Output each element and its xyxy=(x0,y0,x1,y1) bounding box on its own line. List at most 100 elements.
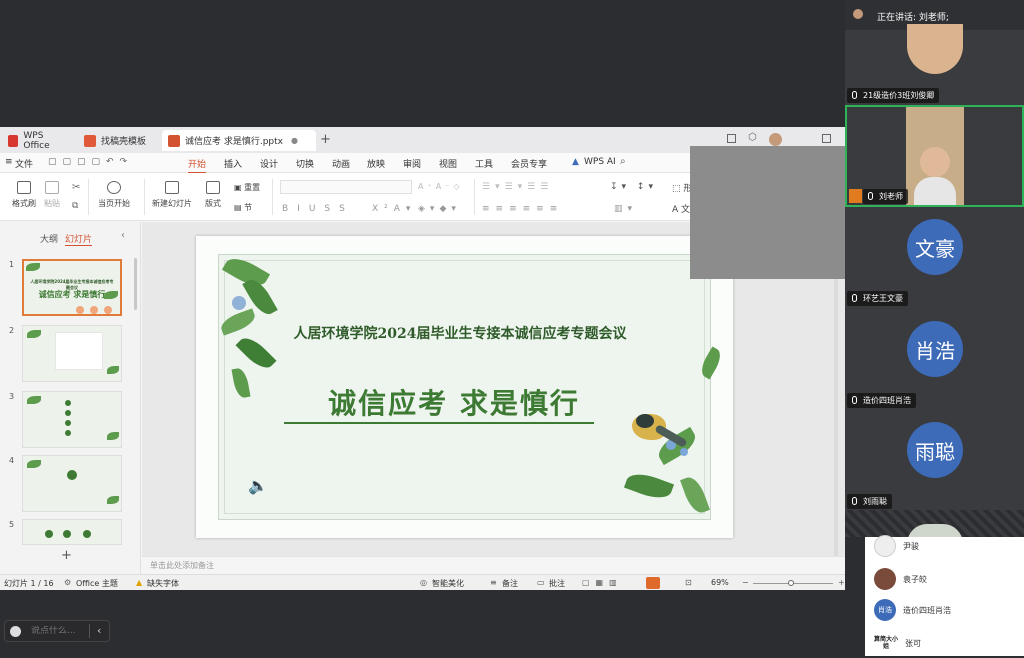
menu-home[interactable]: 开始 xyxy=(188,157,207,174)
font-effect-buttons[interactable]: X²A▾ xyxy=(372,204,416,214)
fit-icon[interactable]: ⊡ xyxy=(685,578,692,587)
font-size-controls[interactable]: A⁺A⁻◇ xyxy=(418,182,464,191)
slide-subtitle[interactable]: 人居环境学院2024届毕业生专接本诚信应考专题会议 xyxy=(230,323,690,343)
align-buttons[interactable]: ≡≡≡≡≡≡ xyxy=(482,204,563,214)
participant-tile[interactable]: 文豪 环艺王文豪 xyxy=(845,207,1024,307)
host-icon xyxy=(849,189,862,203)
menu-wps-ai[interactable]: WPS AI xyxy=(584,157,616,167)
beautify-icon: ◎ xyxy=(420,578,427,587)
mic-icon xyxy=(852,396,857,404)
warning-icon: ▲ xyxy=(136,578,143,587)
textbox-button[interactable]: A 文 xyxy=(672,202,690,215)
font-style-buttons[interactable]: BIUSS xyxy=(282,204,354,214)
comments-button[interactable]: 批注 xyxy=(549,578,565,589)
sort-buttons[interactable]: ↧▾ ↕▾ xyxy=(610,182,657,192)
tab-wps-office[interactable]: WPS Office xyxy=(2,130,72,151)
smart-beautify-button[interactable]: 智能美化 xyxy=(432,578,464,589)
theme-label[interactable]: Office 主题 xyxy=(76,578,118,589)
layout-button[interactable]: 版式 xyxy=(205,181,221,209)
thumbnail-slide-4[interactable] xyxy=(22,455,122,512)
avatar[interactable] xyxy=(769,133,782,146)
menu-design[interactable]: 设计 xyxy=(260,157,278,170)
cut-icon[interactable]: ✂ xyxy=(72,182,80,193)
title-underline xyxy=(284,422,594,424)
list-item[interactable]: 肖浩 造价四班肖浩 xyxy=(865,595,1024,625)
list-item[interactable]: 袁子皎 xyxy=(865,564,1024,594)
list-buttons[interactable]: ☰▾☰▾☰☰ xyxy=(482,182,553,192)
scrollbar[interactable] xyxy=(134,258,137,310)
menu-insert[interactable]: 插入 xyxy=(224,157,242,170)
menu-file[interactable]: 文件 xyxy=(15,157,33,170)
template-icon xyxy=(84,134,96,147)
format-painter-button[interactable]: 格式刷 xyxy=(12,181,36,209)
tab-slides[interactable]: 幻灯片 xyxy=(65,232,93,246)
copy-icon[interactable]: ⧉ xyxy=(72,201,78,211)
participant-tile[interactable]: 雨聪 刘雨聪 xyxy=(845,408,1024,509)
participant-tile[interactable]: 21级造价3班刘俊卿 xyxy=(845,24,1024,105)
thumbnail-slide-2[interactable] xyxy=(22,325,122,382)
avatar: 肖浩 xyxy=(874,599,896,621)
view-buttons[interactable]: ▢▦▥ xyxy=(582,578,623,587)
paste-button[interactable]: 粘贴 xyxy=(44,181,60,209)
tab-document[interactable]: 诚信应考 求是慎行.pptx ● xyxy=(162,130,316,151)
notes-pane[interactable]: 单击此处添加备注 xyxy=(142,556,845,574)
ai-icon: ▲ xyxy=(572,157,579,167)
menu-view[interactable]: 视图 xyxy=(439,157,457,170)
chat-input[interactable] xyxy=(31,626,91,636)
mic-icon xyxy=(868,192,873,200)
section-button[interactable]: ▤ 节 xyxy=(234,202,252,213)
column-buttons[interactable]: ▥▾ xyxy=(614,204,637,214)
window-icon[interactable] xyxy=(727,134,736,143)
font-name-select[interactable] xyxy=(280,180,412,194)
reset-button[interactable]: ▣ 重置 xyxy=(234,182,260,193)
avatar: 文豪 xyxy=(907,219,963,275)
thumbnail-slide-1[interactable]: 人居环境学院2024届毕业生专接本诚信应考专题会议 诚信应考 求是慎行 xyxy=(22,259,122,316)
missing-font-label[interactable]: 缺失字体 xyxy=(147,578,179,589)
zoom-slider-handle[interactable] xyxy=(788,580,794,586)
avatar: 算简大小姐 xyxy=(874,632,898,654)
play-from-current-button[interactable]: 当页开始 xyxy=(98,181,130,209)
participant-tile[interactable]: 肖浩 造价四班肖浩 xyxy=(845,307,1024,408)
list-item[interactable]: 尹骏 xyxy=(865,531,1024,561)
new-slide-button[interactable]: 新建幻灯片 xyxy=(152,181,192,209)
restore-icon[interactable] xyxy=(822,134,831,143)
new-tab-icon[interactable]: + xyxy=(320,132,331,147)
hamburger-icon[interactable]: ≡ xyxy=(5,157,13,167)
list-item[interactable]: 算简大小姐 张可 xyxy=(865,628,1024,658)
emoji-icon[interactable] xyxy=(10,626,21,637)
thumbnail-slide-3[interactable] xyxy=(22,391,122,448)
thumbnail-slide-5[interactable] xyxy=(22,519,122,545)
collapse-icon[interactable]: ‹ xyxy=(97,624,101,637)
menu-transition[interactable]: 切换 xyxy=(296,157,314,170)
cube-icon[interactable]: ⬡ xyxy=(748,132,757,143)
mic-icon xyxy=(852,497,857,505)
zoom-out-icon[interactable]: − xyxy=(742,578,749,587)
tab-outline[interactable]: 大纲 xyxy=(40,232,58,245)
slide-title[interactable]: 诚信应考 求是慎行 xyxy=(274,382,634,422)
menu-review[interactable]: 审阅 xyxy=(403,157,421,170)
font-color-buttons[interactable]: ◈▾◆▾ xyxy=(418,204,461,214)
avatar xyxy=(874,535,896,557)
quick-access-icons[interactable]: ▢▢▢▢↶↷ xyxy=(48,157,133,167)
avatar: 肖浩 xyxy=(907,321,963,377)
menu-animation[interactable]: 动画 xyxy=(332,157,350,170)
tab-template[interactable]: 找稿壳模板 xyxy=(78,130,160,151)
zoom-in-icon[interactable]: + xyxy=(838,578,845,587)
slide-icon xyxy=(165,181,179,194)
avatar xyxy=(874,568,896,590)
play-slideshow-button[interactable] xyxy=(646,577,660,589)
add-slide-button[interactable]: + xyxy=(61,548,72,563)
slide-canvas[interactable]: 人居环境学院2024届毕业生专接本诚信应考专题会议 诚信应考 求是慎行 🔈 xyxy=(196,236,733,538)
menu-slideshow[interactable]: 放映 xyxy=(367,157,385,170)
speaker-icon[interactable]: 🔈 xyxy=(248,476,268,495)
participant-tile-active[interactable]: 刘老师 xyxy=(845,105,1024,207)
notes-button[interactable]: 备注 xyxy=(502,578,518,589)
menu-tools[interactable]: 工具 xyxy=(475,157,493,170)
chat-input-box[interactable]: ‹ xyxy=(4,620,110,642)
close-icon[interactable]: ● xyxy=(291,136,298,145)
vertical-scrollbar[interactable] xyxy=(834,232,838,562)
play-icon xyxy=(107,181,121,194)
menu-member[interactable]: 会员专享 xyxy=(511,157,547,170)
search-icon[interactable]: ⌕ xyxy=(620,156,626,167)
collapse-icon[interactable]: ‹ xyxy=(121,230,125,241)
